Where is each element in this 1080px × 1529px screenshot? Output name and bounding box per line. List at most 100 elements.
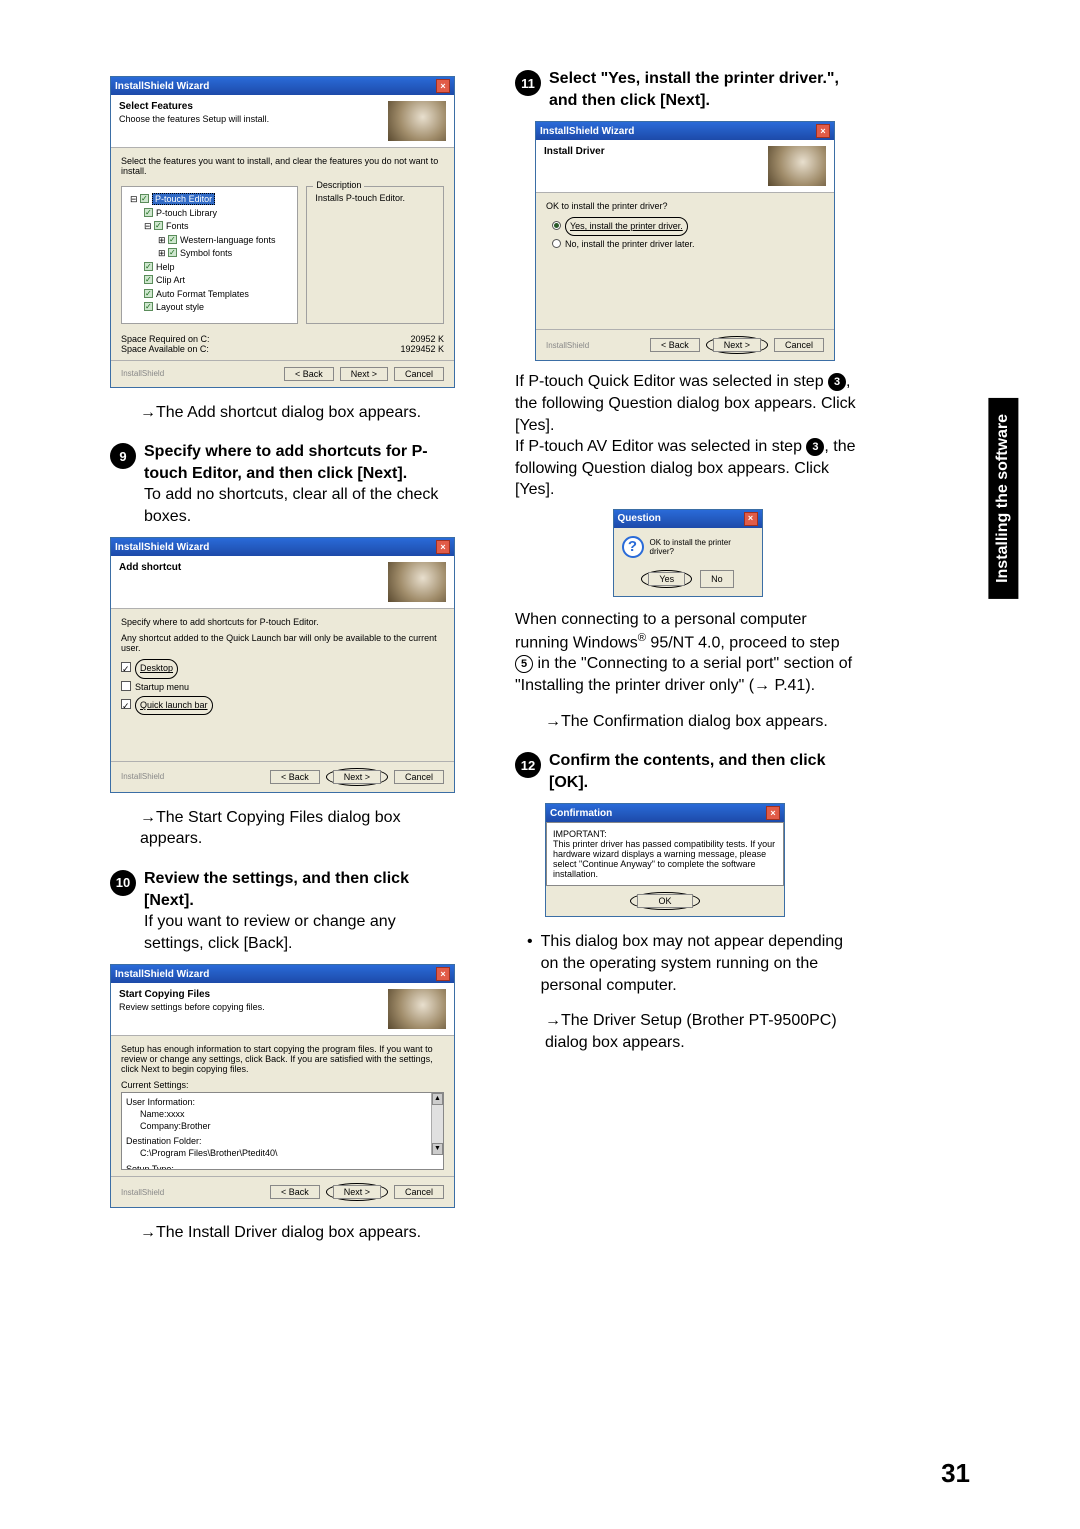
header-image — [388, 562, 446, 602]
dlg1-instr: Select the features you want to install,… — [121, 156, 444, 176]
checkbox-quicklaunch[interactable] — [121, 699, 131, 709]
cancel-button[interactable]: Cancel — [774, 338, 824, 352]
step-badge-9: 9 — [110, 443, 136, 469]
cancel-button[interactable]: Cancel — [394, 770, 444, 784]
result-text: →The Add shortcut dialog box appears. — [140, 402, 455, 424]
cancel-button[interactable]: Cancel — [394, 367, 444, 381]
next-button[interactable]: Next > — [333, 770, 381, 784]
back-button[interactable]: < Back — [650, 338, 700, 352]
current-settings-label: Current Settings: — [121, 1080, 444, 1090]
dialog-install-driver: InstallShield Wizard × Install Driver OK… — [535, 121, 835, 361]
step11-instruction: Select "Yes, install the printer driver.… — [549, 68, 860, 111]
dlg4-title: InstallShield Wizard — [540, 126, 634, 137]
dlg2-head-title: Add shortcut — [119, 562, 181, 573]
scrollbar[interactable]: ▲▼ — [431, 1093, 443, 1155]
yes-button[interactable]: Yes — [648, 572, 685, 586]
section-tab: Installing the software — [988, 398, 1018, 599]
dlg1-header: Select Features Choose the features Setu… — [111, 95, 454, 148]
installshield-label: InstallShield — [121, 1188, 164, 1197]
back-button[interactable]: < Back — [284, 367, 334, 381]
dlg4-head-title: Install Driver — [544, 146, 605, 157]
dialog-start-copying: InstallShield Wizard × Start Copying Fil… — [110, 964, 455, 1208]
step-ref-icon: 3 — [828, 373, 846, 391]
dlg2-title: InstallShield Wizard — [115, 542, 209, 553]
step-badge-11: 11 — [515, 70, 541, 96]
desc-value: Installs P-touch Editor. — [315, 193, 435, 203]
close-icon[interactable]: × — [436, 967, 450, 981]
desc-label: Description — [313, 180, 364, 190]
space-req-val: 20952 K — [410, 334, 444, 344]
dlg1-head-sub: Choose the features Setup will install. — [119, 114, 269, 124]
result-text: →The Install Driver dialog box appears. — [140, 1222, 455, 1244]
space-req-label: Space Required on C: — [121, 334, 210, 344]
step12-instruction: Confirm the contents, and then click [OK… — [549, 750, 860, 793]
back-button[interactable]: < Back — [270, 770, 320, 784]
dialog-question: Question × ? OK to install the printer d… — [613, 509, 763, 597]
installshield-label: InstallShield — [121, 369, 164, 378]
os-note: •This dialog box may not appear dependin… — [527, 931, 860, 996]
next-button[interactable]: Next > — [340, 367, 388, 381]
opt-no-driver: No, install the printer driver later. — [565, 239, 695, 249]
dlg2-instr1: Specify where to add shortcuts for P-tou… — [121, 617, 444, 627]
dialog-select-features: InstallShield Wizard × Select Features C… — [110, 76, 455, 388]
opt-startup: Startup menu — [135, 682, 189, 692]
step-ref-icon: 3 — [806, 438, 824, 456]
dialog-add-shortcut: InstallShield Wizard × Add shortcut Spec… — [110, 537, 455, 792]
dlg1-titlebar: InstallShield Wizard × — [111, 77, 454, 95]
result-text: →The Confirmation dialog box appears. — [545, 711, 860, 733]
confirmation-body: This printer driver has passed compatibi… — [553, 839, 777, 879]
header-image — [388, 101, 446, 141]
result-text: →The Start Copying Files dialog box appe… — [140, 807, 455, 850]
dlg4-prompt: OK to install the printer driver? — [546, 201, 824, 211]
opt-quick: Quick launch bar — [140, 700, 208, 710]
dlg5-title: Question — [618, 513, 661, 524]
next-button[interactable]: Next > — [713, 338, 761, 352]
cancel-button[interactable]: Cancel — [394, 1185, 444, 1199]
windows95-note: When connecting to a personal computer r… — [515, 609, 860, 697]
dlg1-head-title: Select Features — [119, 101, 269, 112]
dlg3-instr: Setup has enough information to start co… — [121, 1044, 444, 1074]
checkbox-startup[interactable] — [121, 681, 131, 691]
step10-body: If you want to review or change any sett… — [144, 911, 455, 954]
feature-tree[interactable]: ⊟ P-touch Editor P-touch Library ⊟ Fonts… — [130, 193, 289, 315]
next-button[interactable]: Next > — [333, 1185, 381, 1199]
close-icon[interactable]: × — [436, 540, 450, 554]
ok-button[interactable]: OK — [637, 894, 692, 908]
installshield-label: InstallShield — [121, 772, 164, 781]
dlg3-head-title: Start Copying Files — [119, 989, 265, 1000]
step9-instruction: Specify where to add shortcuts for P-tou… — [144, 441, 455, 484]
av-editor-note: If P-touch AV Editor was selected in ste… — [515, 436, 860, 501]
installshield-label: InstallShield — [546, 341, 589, 350]
radio-no[interactable] — [552, 239, 561, 248]
step10-instruction: Review the settings, and then click [Nex… — [144, 868, 455, 911]
step-badge-12: 12 — [515, 752, 541, 778]
question-icon: ? — [622, 536, 644, 558]
quick-editor-note: If P-touch Quick Editor was selected in … — [515, 371, 860, 436]
dlg5-text: OK to install the printer driver? — [650, 538, 754, 556]
dlg3-title: InstallShield Wizard — [115, 969, 209, 980]
checkbox-desktop[interactable] — [121, 662, 131, 672]
result-text: →The Driver Setup (Brother PT-9500PC) di… — [545, 1010, 860, 1053]
close-icon[interactable]: × — [766, 806, 780, 820]
no-button[interactable]: No — [700, 570, 734, 588]
back-button[interactable]: < Back — [270, 1185, 320, 1199]
dlg1-title: InstallShield Wizard — [115, 81, 209, 92]
dlg3-head-sub: Review settings before copying files. — [119, 1002, 265, 1012]
header-image — [388, 989, 446, 1029]
dlg2-instr2: Any shortcut added to the Quick Launch b… — [121, 633, 444, 653]
settings-textbox[interactable]: User Information: Name:xxxx Company:Brot… — [121, 1092, 444, 1170]
dialog-confirmation: Confirmation × IMPORTANT: This printer d… — [545, 803, 785, 917]
dlg6-title: Confirmation — [550, 808, 612, 819]
step-circ-icon: 5 — [515, 655, 533, 673]
radio-yes[interactable] — [552, 221, 561, 230]
page-number: 31 — [941, 1458, 970, 1489]
close-icon[interactable]: × — [816, 124, 830, 138]
important-label: IMPORTANT: — [553, 829, 777, 839]
space-avail-label: Space Available on C: — [121, 344, 209, 354]
header-image — [768, 146, 826, 186]
close-icon[interactable]: × — [436, 79, 450, 93]
step9-body: To add no shortcuts, clear all of the ch… — [144, 484, 455, 527]
step-badge-10: 10 — [110, 870, 136, 896]
space-avail-val: 1929452 K — [400, 344, 444, 354]
close-icon[interactable]: × — [744, 512, 758, 526]
